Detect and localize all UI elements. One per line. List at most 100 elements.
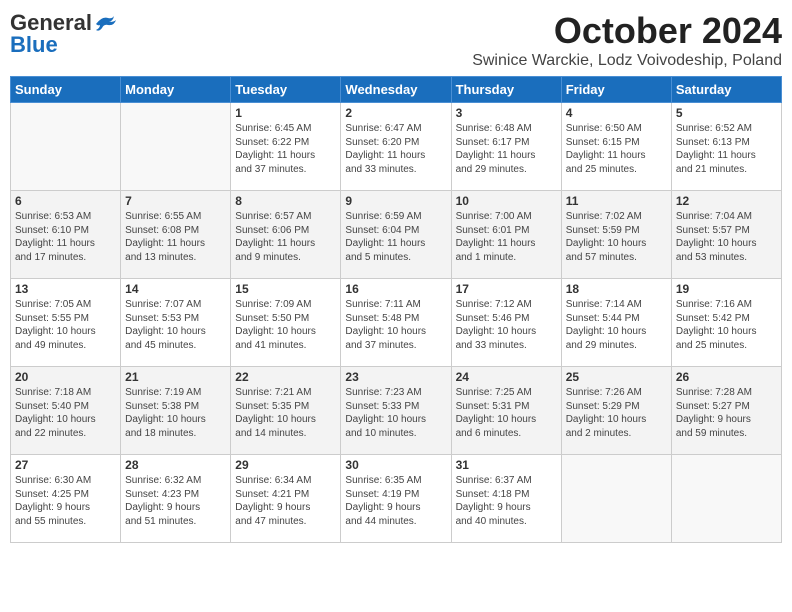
- calendar-cell: 31 Sunrise: 6:37 AM Sunset: 4:18 PM Dayli…: [451, 455, 561, 543]
- day-number: 24: [456, 370, 557, 384]
- cell-content: Sunrise: 7:23 AM Sunset: 5:33 PM Dayligh…: [345, 386, 446, 440]
- day-number: 4: [566, 106, 667, 120]
- day-number: 28: [125, 458, 226, 472]
- cell-content: Sunrise: 7:21 AM Sunset: 5:35 PM Dayligh…: [235, 386, 336, 440]
- calendar-cell: 22Sunrise: 7:21 AM Sunset: 5:35 PM Dayli…: [231, 367, 341, 455]
- cell-content: Sunrise: 7:12 AM Sunset: 5:46 PM Dayligh…: [456, 298, 557, 352]
- cell-content: Sunrise: 6:59 AM Sunset: 6:04 PM Dayligh…: [345, 210, 446, 264]
- logo-blue: Blue: [10, 32, 58, 58]
- day-number: 26: [676, 370, 777, 384]
- day-number: 11: [566, 194, 667, 208]
- calendar-cell: 4 Sunrise: 6:50 AM Sunset: 6:15 PM Daylig…: [561, 103, 671, 191]
- location-title: Swinice Warckie, Lodz Voivodeship, Polan…: [472, 52, 782, 70]
- day-number: 9: [345, 194, 446, 208]
- calendar-cell: [671, 455, 781, 543]
- day-number: 10: [456, 194, 557, 208]
- calendar-cell: 20 Sunrise: 7:18 AM Sunset: 5:40 PM Dayli…: [11, 367, 121, 455]
- day-number: 18: [566, 282, 667, 296]
- calendar-cell: 23 Sunrise: 7:23 AM Sunset: 5:33 PM Dayli…: [341, 367, 451, 455]
- calendar-cell: 14 Sunrise: 7:07 AM Sunset: 5:53 PM Dayli…: [121, 279, 231, 367]
- calendar-cell: [11, 103, 121, 191]
- day-number: 8: [235, 194, 336, 208]
- calendar-cell: 10 Sunrise: 7:00 AM Sunset: 6:01 PM Dayli…: [451, 191, 561, 279]
- calendar-cell: 21 Sunrise: 7:19 AM Sunset: 5:38 PM Dayli…: [121, 367, 231, 455]
- day-number: 17: [456, 282, 557, 296]
- calendar-cell: 18 Sunrise: 7:14 AM Sunset: 5:44 PM Dayli…: [561, 279, 671, 367]
- day-number: 5: [676, 106, 777, 120]
- day-number: 21: [125, 370, 226, 384]
- cell-content: Sunrise: 6:50 AM Sunset: 6:15 PM Dayligh…: [566, 122, 667, 176]
- cell-content: Sunrise: 6:35 AM Sunset: 4:19 PM Dayligh…: [345, 474, 446, 528]
- calendar-cell: 6 Sunrise: 6:53 AM Sunset: 6:10 PM Daylig…: [11, 191, 121, 279]
- day-number: 25: [566, 370, 667, 384]
- calendar-cell: 3Sunrise: 6:48 AM Sunset: 6:17 PM Daylig…: [451, 103, 561, 191]
- weekday-header-friday: Friday: [561, 77, 671, 103]
- calendar-cell: 24 Sunrise: 7:25 AM Sunset: 5:31 PM Dayli…: [451, 367, 561, 455]
- calendar-cell: 5 Sunrise: 6:52 AM Sunset: 6:13 PM Daylig…: [671, 103, 781, 191]
- cell-content: Sunrise: 6:37 AM Sunset: 4:18 PM Dayligh…: [456, 474, 557, 528]
- cell-content: Sunrise: 7:16 AM Sunset: 5:42 PM Dayligh…: [676, 298, 777, 352]
- cell-content: Sunrise: 7:28 AM Sunset: 5:27 PM Dayligh…: [676, 386, 777, 440]
- weekday-header-sunday: Sunday: [11, 77, 121, 103]
- day-number: 2: [345, 106, 446, 120]
- day-number: 13: [15, 282, 116, 296]
- day-number: 29: [235, 458, 336, 472]
- calendar-cell: 29 Sunrise: 6:34 AM Sunset: 4:21 PM Dayli…: [231, 455, 341, 543]
- calendar-cell: 2Sunrise: 6:47 AM Sunset: 6:20 PM Daylig…: [341, 103, 451, 191]
- cell-content: Sunrise: 7:09 AM Sunset: 5:50 PM Dayligh…: [235, 298, 336, 352]
- cell-content: Sunrise: 7:14 AM Sunset: 5:44 PM Dayligh…: [566, 298, 667, 352]
- day-number: 6: [15, 194, 116, 208]
- calendar-cell: 25 Sunrise: 7:26 AM Sunset: 5:29 PM Dayli…: [561, 367, 671, 455]
- weekday-header-tuesday: Tuesday: [231, 77, 341, 103]
- calendar-header: SundayMondayTuesdayWednesdayThursdayFrid…: [11, 77, 782, 103]
- calendar-cell: 15 Sunrise: 7:09 AM Sunset: 5:50 PM Dayli…: [231, 279, 341, 367]
- calendar-cell: 30 Sunrise: 6:35 AM Sunset: 4:19 PM Dayli…: [341, 455, 451, 543]
- cell-content: Sunrise: 6:52 AM Sunset: 6:13 PM Dayligh…: [676, 122, 777, 176]
- title-block: October 2024 Swinice Warckie, Lodz Voivo…: [472, 10, 782, 70]
- cell-content: Sunrise: 6:55 AM Sunset: 6:08 PM Dayligh…: [125, 210, 226, 264]
- day-number: 31: [456, 458, 557, 472]
- calendar-cell: 13 Sunrise: 7:05 AM Sunset: 5:55 PM Dayli…: [11, 279, 121, 367]
- cell-content: Sunrise: 7:18 AM Sunset: 5:40 PM Dayligh…: [15, 386, 116, 440]
- cell-content: Sunrise: 7:07 AM Sunset: 5:53 PM Dayligh…: [125, 298, 226, 352]
- day-number: 23: [345, 370, 446, 384]
- weekday-header-saturday: Saturday: [671, 77, 781, 103]
- page-header: General Blue October 2024 Swinice Warcki…: [10, 10, 782, 70]
- cell-content: Sunrise: 7:26 AM Sunset: 5:29 PM Dayligh…: [566, 386, 667, 440]
- day-number: 15: [235, 282, 336, 296]
- calendar-cell: 8 Sunrise: 6:57 AM Sunset: 6:06 PM Daylig…: [231, 191, 341, 279]
- cell-content: Sunrise: 7:00 AM Sunset: 6:01 PM Dayligh…: [456, 210, 557, 264]
- cell-content: Sunrise: 6:34 AM Sunset: 4:21 PM Dayligh…: [235, 474, 336, 528]
- cell-content: Sunrise: 7:02 AM Sunset: 5:59 PM Dayligh…: [566, 210, 667, 264]
- calendar-cell: 1Sunrise: 6:45 AM Sunset: 6:22 PM Daylig…: [231, 103, 341, 191]
- cell-content: Sunrise: 7:05 AM Sunset: 5:55 PM Dayligh…: [15, 298, 116, 352]
- day-number: 20: [15, 370, 116, 384]
- calendar-cell: 9 Sunrise: 6:59 AM Sunset: 6:04 PM Daylig…: [341, 191, 451, 279]
- day-number: 30: [345, 458, 446, 472]
- calendar-table: SundayMondayTuesdayWednesdayThursdayFrid…: [10, 76, 782, 543]
- day-number: 14: [125, 282, 226, 296]
- cell-content: Sunrise: 7:25 AM Sunset: 5:31 PM Dayligh…: [456, 386, 557, 440]
- calendar-cell: [121, 103, 231, 191]
- cell-content: Sunrise: 7:19 AM Sunset: 5:38 PM Dayligh…: [125, 386, 226, 440]
- calendar-cell: 19 Sunrise: 7:16 AM Sunset: 5:42 PM Dayli…: [671, 279, 781, 367]
- cell-content: Sunrise: 6:53 AM Sunset: 6:10 PM Dayligh…: [15, 210, 116, 264]
- weekday-header-wednesday: Wednesday: [341, 77, 451, 103]
- logo: General Blue: [10, 10, 116, 58]
- cell-content: Sunrise: 6:30 AM Sunset: 4:25 PM Dayligh…: [15, 474, 116, 528]
- weekday-header-monday: Monday: [121, 77, 231, 103]
- day-number: 12: [676, 194, 777, 208]
- day-number: 3: [456, 106, 557, 120]
- month-title: October 2024: [472, 10, 782, 52]
- day-number: 1: [235, 106, 336, 120]
- calendar-cell: 11 Sunrise: 7:02 AM Sunset: 5:59 PM Dayli…: [561, 191, 671, 279]
- calendar-cell: [561, 455, 671, 543]
- cell-content: Sunrise: 6:57 AM Sunset: 6:06 PM Dayligh…: [235, 210, 336, 264]
- cell-content: Sunrise: 7:04 AM Sunset: 5:57 PM Dayligh…: [676, 210, 777, 264]
- weekday-header-thursday: Thursday: [451, 77, 561, 103]
- calendar-cell: 26 Sunrise: 7:28 AM Sunset: 5:27 PM Dayli…: [671, 367, 781, 455]
- cell-content: Sunrise: 6:32 AM Sunset: 4:23 PM Dayligh…: [125, 474, 226, 528]
- day-number: 19: [676, 282, 777, 296]
- logo-bird-icon: [94, 14, 116, 32]
- calendar-cell: 16Sunrise: 7:11 AM Sunset: 5:48 PM Dayli…: [341, 279, 451, 367]
